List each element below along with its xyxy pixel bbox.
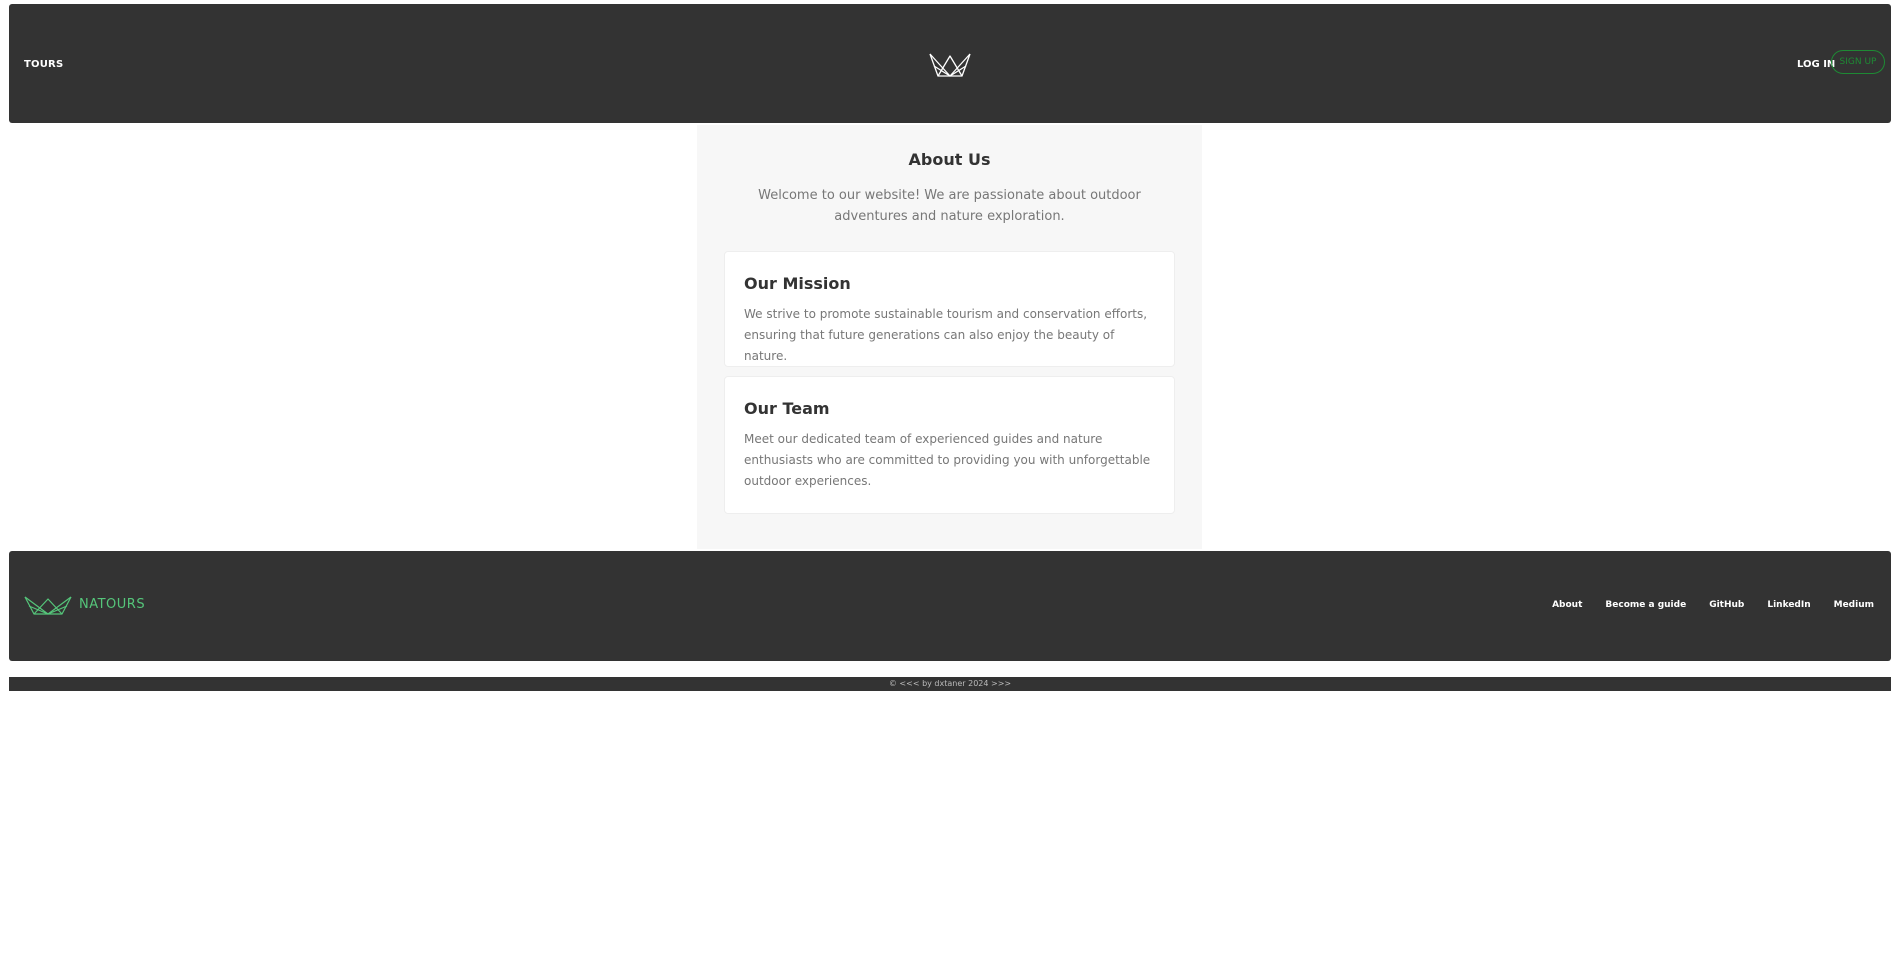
footer-link-become-guide[interactable]: Become a guide <box>1605 600 1686 610</box>
page-title: About Us <box>908 150 991 169</box>
site-footer: NATOURS About Become a guide GitHub Link… <box>9 551 1891 661</box>
crown-icon[interactable] <box>927 50 973 78</box>
mission-text: We strive to promote sustainable tourism… <box>744 307 1148 363</box>
footer-nav: About Become a guide GitHub LinkedIn Med… <box>1552 600 1874 610</box>
copyright-bar: © <<< by dxtaner 2024 >>> <box>9 677 1891 691</box>
signup-button[interactable]: SIGN UP <box>1831 50 1885 74</box>
mission-title: Our Mission <box>744 274 851 293</box>
mission-card: Our Mission We strive to promote sustain… <box>724 251 1175 367</box>
footer-brand: NATOURS <box>79 597 146 612</box>
footer-link-about[interactable]: About <box>1552 600 1582 610</box>
about-intro: Welcome to our website! We are passionat… <box>758 188 1141 224</box>
footer-link-linkedin[interactable]: LinkedIn <box>1767 600 1810 610</box>
footer-link-medium[interactable]: Medium <box>1834 600 1874 610</box>
login-link[interactable]: LOG IN <box>1797 59 1835 70</box>
team-card: Our Team Meet our dedicated team of expe… <box>724 376 1175 514</box>
footer-link-github[interactable]: GitHub <box>1709 600 1744 610</box>
site-header: TOURS LOG IN SIGN UP <box>9 4 1891 123</box>
about-container: About Us Welcome to our website! We are … <box>697 125 1202 549</box>
nav-tours-link[interactable]: TOURS <box>24 59 63 70</box>
team-text: Meet our dedicated team of experienced g… <box>744 432 1151 488</box>
crown-icon <box>24 596 72 615</box>
team-title: Our Team <box>744 399 830 418</box>
